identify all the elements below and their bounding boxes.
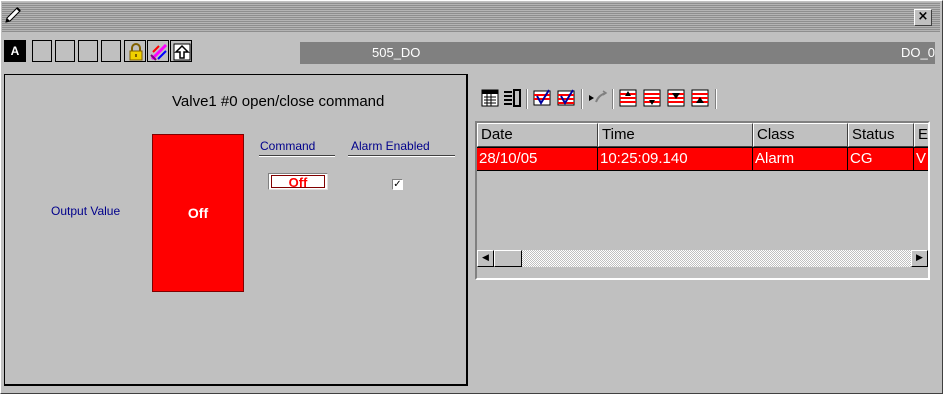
alarm-log-grid[interactable]: Date Time Class Status E 28/10/05 10:25:… [475,121,930,280]
command-value: Off [271,175,325,189]
cell-date: 28/10/05 [477,148,598,170]
close-icon: × [917,9,929,24]
column-header-class[interactable]: Class [753,123,848,147]
acknowledge-icon[interactable] [531,87,553,109]
command-header: Command [260,139,316,153]
scroll-right-button[interactable]: ▶ [911,250,928,267]
toolbar-slot-4[interactable] [101,40,121,62]
column-header-date[interactable]: Date [477,123,598,147]
select-all-icon[interactable] [479,87,501,109]
column-header-time[interactable]: Time [598,123,753,147]
mode-a-button[interactable]: A [4,40,26,62]
point-description: Valve1 #0 open/close command [172,93,385,110]
toolbar-separator [526,89,528,109]
alarm-enabled-checkbox[interactable]: ✓ [392,179,403,190]
scroll-left-icon: ◀ [482,253,489,263]
cell-time: 10:25:09.140 [598,148,753,170]
column-header-status[interactable]: Status [848,123,914,147]
command-value-field[interactable]: Off [268,173,328,190]
toolbar-separator [715,89,717,109]
filter-top-icon[interactable] [617,87,639,109]
scroll-thumb[interactable] [494,250,522,267]
cell-extra: V [916,150,927,167]
output-value-label: Output Value [51,204,121,218]
alarm-header-rule [348,155,455,157]
table-row[interactable]: 28/10/05 10:25:09.140 Alarm CG V [477,147,928,171]
lock-icon [129,43,143,61]
up-arrow-icon [173,43,191,61]
columns-icon[interactable] [501,87,523,109]
toolbar-separator [612,89,614,109]
horizontal-scrollbar[interactable]: ◀ ▶ [477,250,928,267]
output-value-text: Off [187,205,209,221]
scroll-right-icon: ▶ [916,253,923,263]
output-value-indicator: Off [152,134,244,292]
scroll-left-button[interactable]: ◀ [477,250,494,267]
alarm-pen-icon [150,43,168,61]
toolbar-separator [581,89,583,109]
toolbar-slot-3[interactable] [78,40,98,62]
sort-down-icon[interactable] [665,87,687,109]
filter-bottom-icon[interactable] [641,87,663,109]
alarm-log-toolbar [475,87,835,115]
lock-button[interactable] [124,40,146,62]
sort-up-icon[interactable] [689,87,711,109]
toolbar-slot-2[interactable] [55,40,75,62]
cell-status: CG [848,148,914,170]
column-header-extra[interactable]: E [914,123,928,147]
pen-app-icon [5,7,21,23]
acknowledge-all-icon[interactable] [555,87,577,109]
point-tag: DO_0 [901,45,935,60]
point-name: 505_DO [372,45,421,60]
alarm-enabled-header: Alarm Enabled [351,139,430,153]
alarm-pen-button[interactable] [147,40,169,62]
title-bar[interactable] [2,2,940,32]
jump-icon[interactable] [586,87,608,109]
command-header-rule [259,155,335,157]
point-name-bar: 505_DO DO_0 [300,42,935,64]
close-button[interactable]: × [914,9,932,26]
toolbar-slot-1[interactable] [32,40,52,62]
cell-class: Alarm [753,148,848,170]
up-arrow-button[interactable] [170,40,192,62]
